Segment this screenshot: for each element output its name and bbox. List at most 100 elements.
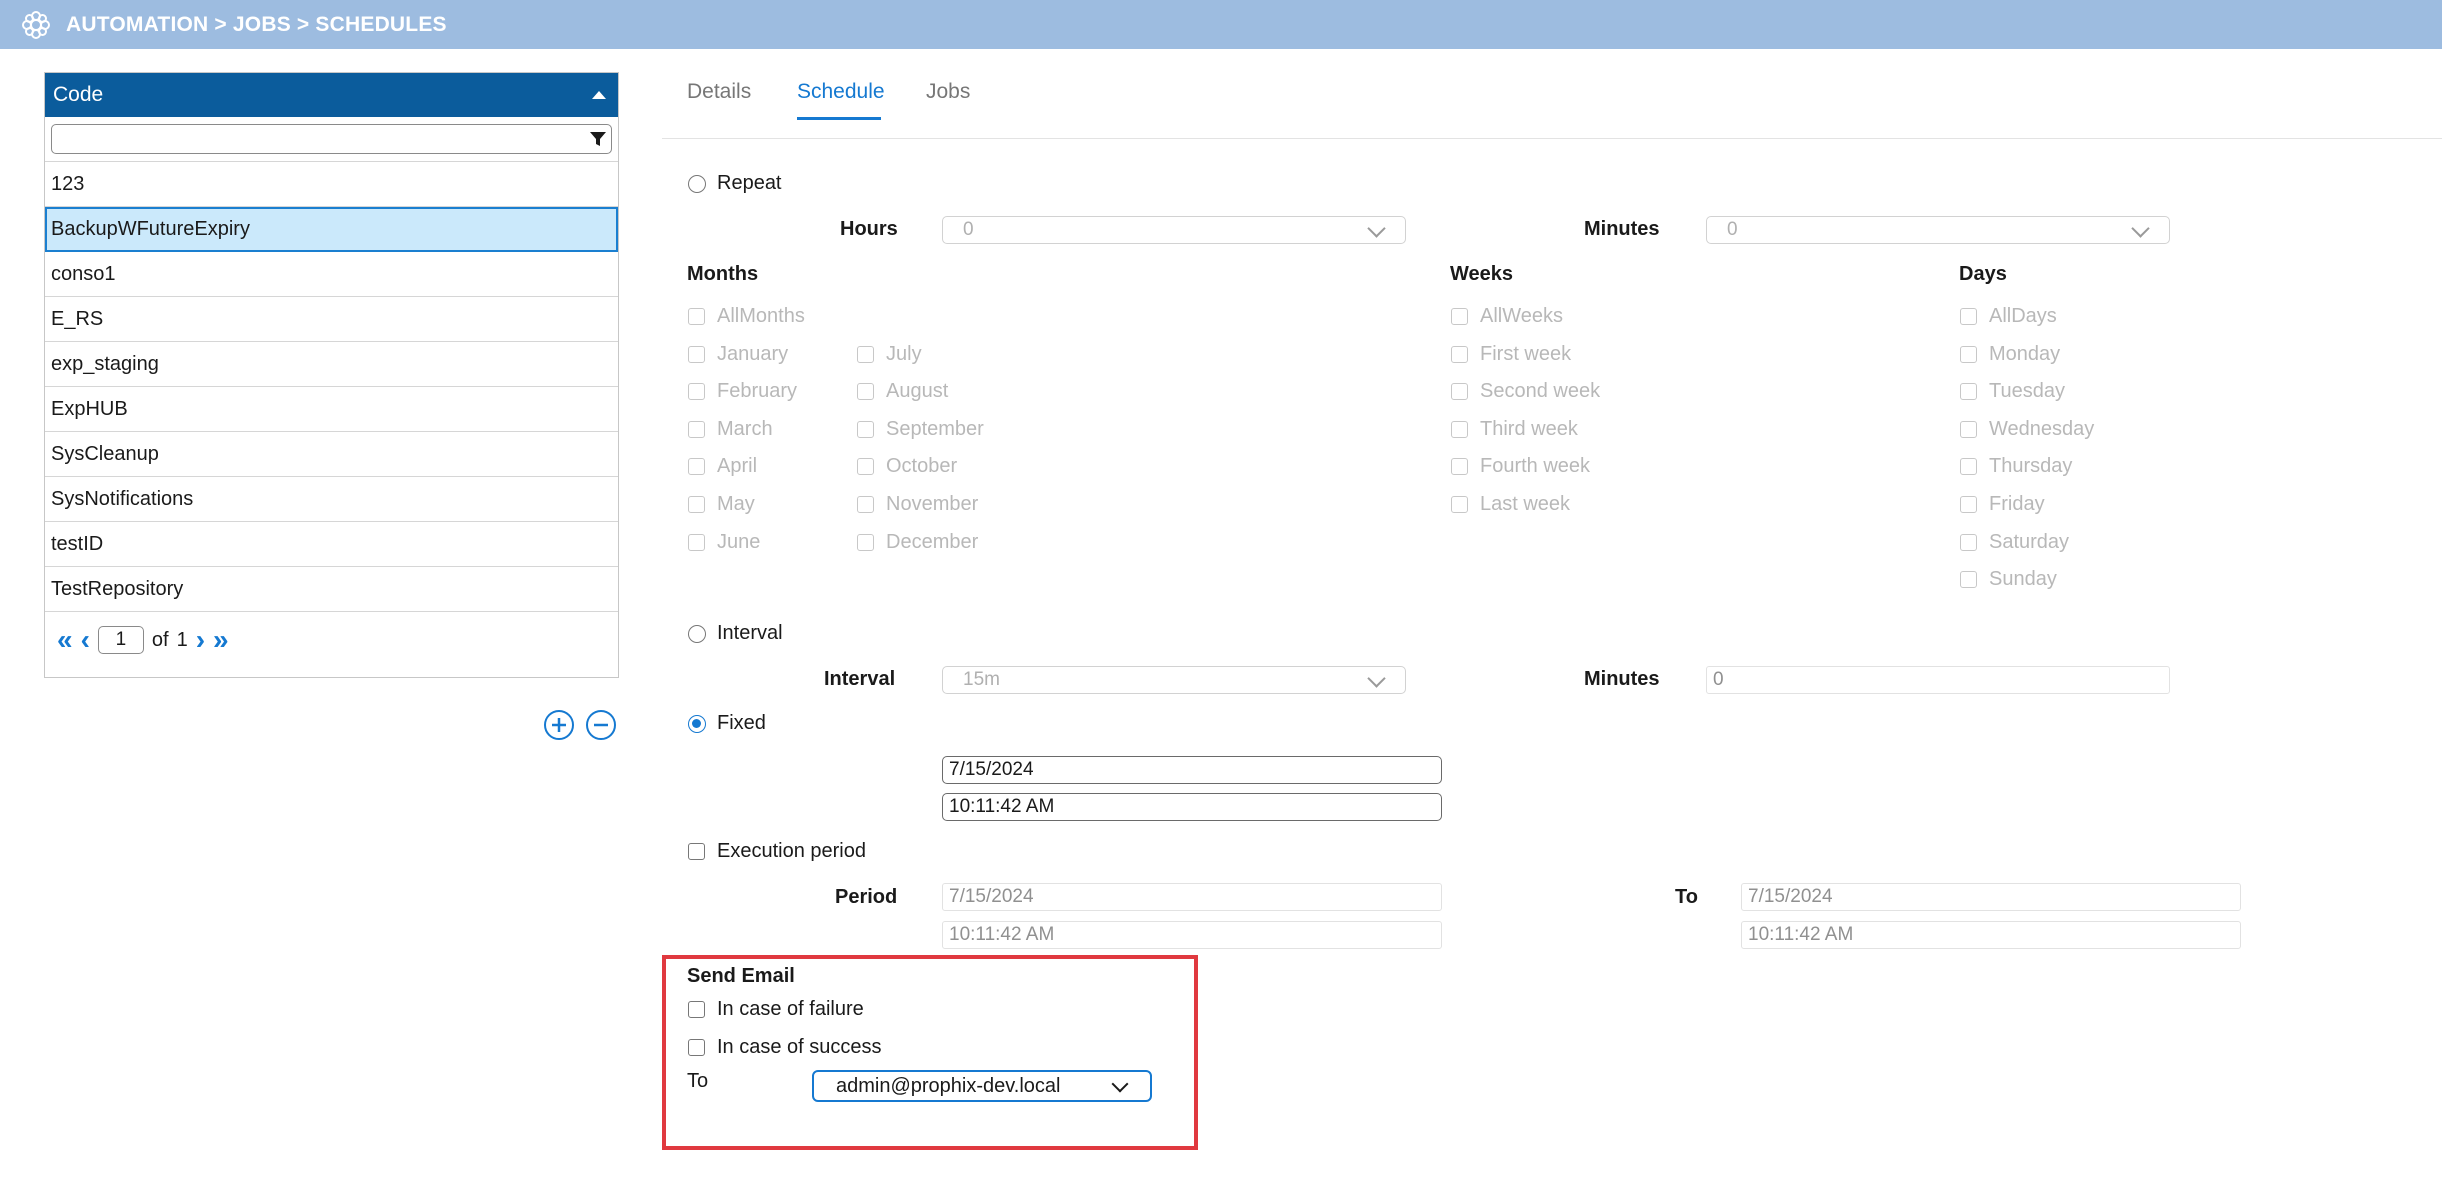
- last-page-icon[interactable]: »: [213, 626, 229, 654]
- email-on-success-checkbox[interactable]: [688, 1039, 705, 1056]
- plus-icon: [552, 718, 566, 732]
- interval-minutes-label: Minutes: [1584, 668, 1660, 690]
- list-item-label: BackupWFutureExpiry: [51, 217, 250, 240]
- days-title: Days: [1959, 263, 2007, 285]
- day-label: Tuesday: [1989, 380, 2065, 403]
- month-checkbox[interactable]: [688, 496, 705, 513]
- list-item-label: SysCleanup: [51, 442, 159, 465]
- execution-period-checkbox[interactable]: [688, 843, 705, 860]
- month-label: July: [886, 342, 922, 365]
- month-checkbox[interactable]: [688, 533, 705, 551]
- period-to-time-input[interactable]: 10:11:42 AM: [1741, 921, 2241, 949]
- interval-minutes-value: 0: [1713, 669, 1724, 690]
- list-item[interactable]: conso1: [45, 252, 618, 297]
- month-checkbox[interactable]: [688, 420, 705, 438]
- sort-ascending-icon[interactable]: [592, 91, 606, 99]
- day-label: Thursday: [1989, 455, 2073, 478]
- month-checkbox[interactable]: [857, 420, 874, 438]
- hours-select[interactable]: 0: [942, 216, 1406, 244]
- gear-flower-icon: [20, 9, 52, 41]
- day-checkbox[interactable]: [1960, 496, 1977, 513]
- day-label: Wednesday: [1989, 417, 2095, 440]
- email-on-success-label: In case of success: [717, 1036, 882, 1058]
- day-checkbox[interactable]: [1960, 420, 1977, 438]
- first-page-icon[interactable]: «: [57, 626, 73, 654]
- tab-jobs[interactable]: Jobs: [926, 80, 970, 104]
- add-schedule-button[interactable]: [544, 710, 574, 740]
- active-tab-indicator: [797, 117, 881, 120]
- month-checkbox[interactable]: [688, 458, 705, 476]
- month-checkbox[interactable]: [857, 458, 874, 476]
- interval-select[interactable]: 15m: [942, 666, 1406, 694]
- period-from-date-input[interactable]: 7/15/2024: [942, 883, 1442, 911]
- day-checkbox[interactable]: [1960, 345, 1977, 363]
- list-item-label: TestRepository: [51, 577, 184, 600]
- month-checkbox[interactable]: [857, 496, 874, 513]
- interval-field-label: Interval: [824, 668, 896, 690]
- list-item-label: E_RS: [51, 307, 104, 330]
- week-checkbox[interactable]: [1451, 383, 1468, 401]
- filter-icon[interactable]: [589, 130, 607, 148]
- fixed-radio[interactable]: [688, 715, 706, 733]
- tab-schedule[interactable]: Schedule: [797, 80, 885, 104]
- pager-total: 1: [176, 628, 188, 651]
- email-on-failure-checkbox[interactable]: [688, 1001, 705, 1018]
- email-on-failure-label: In case of failure: [717, 998, 864, 1020]
- month-checkbox[interactable]: [688, 345, 705, 363]
- month-checkbox[interactable]: [688, 383, 705, 401]
- list-item[interactable]: SysCleanup: [45, 432, 618, 477]
- day-checkbox[interactable]: [1960, 458, 1977, 476]
- list-item[interactable]: TestRepository: [45, 567, 618, 612]
- prev-page-icon[interactable]: ‹: [81, 626, 90, 654]
- list-item[interactable]: SysNotifications: [45, 477, 618, 522]
- period-from-date-value: 7/15/2024: [949, 886, 1034, 907]
- day-checkbox[interactable]: [1960, 383, 1977, 401]
- list-item[interactable]: 123: [45, 162, 618, 207]
- month-all-label: AllMonths: [717, 305, 805, 327]
- day-label: Sunday: [1989, 568, 2057, 591]
- column-header-code[interactable]: Code: [45, 73, 618, 117]
- list-item[interactable]: BackupWFutureExpiry: [45, 207, 618, 252]
- list-item-label: ExpHUB: [51, 397, 128, 420]
- list-item[interactable]: ExpHUB: [45, 387, 618, 432]
- email-recipient-select[interactable]: admin@prophix-dev.local: [812, 1070, 1152, 1102]
- weeks-title: Weeks: [1450, 263, 1514, 285]
- month-checkbox[interactable]: [857, 383, 874, 401]
- week-checkbox[interactable]: [1451, 345, 1468, 363]
- week-all-checkbox[interactable]: [1451, 308, 1468, 325]
- list-item-label: SysNotifications: [51, 487, 194, 510]
- list-item[interactable]: testID: [45, 522, 618, 567]
- minutes-select[interactable]: 0: [1706, 216, 2170, 244]
- repeat-radio[interactable]: [688, 175, 706, 193]
- fixed-date-input[interactable]: 7/15/2024: [942, 756, 1442, 784]
- next-page-icon[interactable]: ›: [196, 626, 205, 654]
- day-checkbox[interactable]: [1960, 533, 1977, 551]
- period-from-time-input[interactable]: 10:11:42 AM: [942, 921, 1442, 949]
- period-to-label: To: [1675, 886, 1698, 908]
- fixed-label: Fixed: [717, 712, 766, 734]
- day-all-checkbox[interactable]: [1960, 308, 1977, 325]
- list-item-label: 123: [51, 172, 85, 195]
- period-to-date-input[interactable]: 7/15/2024: [1741, 883, 2241, 911]
- month-label: August: [886, 380, 949, 403]
- list-item[interactable]: E_RS: [45, 297, 618, 342]
- list-item[interactable]: exp_staging: [45, 342, 618, 387]
- day-checkbox[interactable]: [1960, 571, 1977, 589]
- code-filter-input[interactable]: [51, 124, 612, 154]
- month-all-checkbox[interactable]: [688, 308, 705, 325]
- period-label: Period: [835, 886, 898, 908]
- page-number-input[interactable]: 1: [97, 626, 144, 654]
- remove-schedule-button[interactable]: [586, 710, 616, 740]
- fixed-time-input[interactable]: 10:11:42 AM: [942, 793, 1442, 821]
- app-header: AUTOMATION > JOBS > SCHEDULES: [0, 0, 2442, 49]
- interval-radio[interactable]: [688, 625, 706, 643]
- month-checkbox[interactable]: [857, 533, 874, 551]
- week-checkbox[interactable]: [1451, 496, 1468, 513]
- interval-minutes-input[interactable]: 0: [1706, 666, 2170, 694]
- tab-details[interactable]: Details: [687, 80, 751, 104]
- period-to-date-value: 7/15/2024: [1748, 886, 1833, 907]
- month-checkbox[interactable]: [857, 345, 874, 363]
- week-checkbox[interactable]: [1451, 420, 1468, 438]
- minutes-value: 0: [1727, 219, 1738, 240]
- week-checkbox[interactable]: [1451, 458, 1468, 476]
